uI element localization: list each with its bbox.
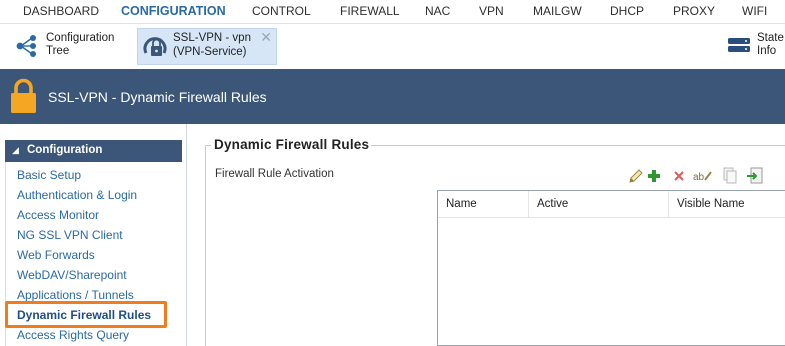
nav-dhcp[interactable]: DHCP [610, 4, 644, 18]
nav-vpn[interactable]: VPN [479, 4, 504, 18]
server-icon [727, 37, 751, 53]
group-border-left [205, 145, 206, 346]
lock-icon [10, 78, 37, 114]
configuration-tree-button[interactable]: Configuration Tree [14, 29, 124, 63]
nav-control[interactable]: CONTROL [252, 4, 311, 18]
sidebar-item-ng-ssl-vpn-client[interactable]: NG SSL VPN Client [17, 228, 123, 242]
state-label-line2: Info [757, 45, 777, 57]
sidebar-item-webdav-sharepoint[interactable]: WebDAV/Sharepoint [17, 268, 127, 282]
tree-label-line1: Configuration [46, 32, 115, 44]
firewall-rule-activation-label: Firewall Rule Activation [215, 168, 334, 180]
nav-proxy[interactable]: PROXY [673, 4, 715, 18]
nav-wifi[interactable]: WIFI [742, 4, 767, 18]
sidebar-item-access-monitor[interactable]: Access Monitor [17, 208, 99, 222]
page-header: SSL-VPN - Dynamic Firewall Rules [0, 69, 785, 124]
group-title: Dynamic Firewall Rules [214, 137, 370, 152]
state-info-button[interactable]: State Info [726, 29, 785, 63]
top-navigation: DASHBOARD CONFIGURATION CONTROL FIREWALL… [0, 0, 785, 24]
tab-ssl-vpn[interactable]: SSL-VPN - vpn (VPN-Service) ✕ [137, 28, 277, 65]
rename-abc-icon[interactable]: ab [692, 165, 714, 187]
copy-icon[interactable] [719, 165, 741, 187]
nav-configuration[interactable]: CONFIGURATION [121, 4, 226, 18]
main-content: Dynamic Firewall Rules Firewall Rule Act… [188, 124, 785, 346]
tree-icon [14, 33, 40, 59]
doc-tab-line2: (VPN-Service) [173, 46, 247, 58]
sidebar: ◢ Configuration Basic Setup Authenticati… [0, 124, 187, 346]
sidebar-section-label: Configuration [27, 144, 103, 156]
tab-toolbar: Configuration Tree SSL-VPN - vpn (VPN-Se… [0, 24, 785, 69]
column-header-visible-name[interactable]: Visible Name [669, 191, 785, 218]
delete-x-icon[interactable] [668, 165, 690, 187]
selection-highlight [5, 301, 167, 328]
nav-nac[interactable]: NAC [425, 4, 450, 18]
column-header-name[interactable]: Name [438, 191, 529, 218]
import-icon[interactable] [744, 165, 766, 187]
close-tab-icon[interactable]: ✕ [260, 29, 272, 46]
tree-label-line2: Tree [46, 45, 70, 57]
nav-firewall[interactable]: FIREWALL [340, 4, 400, 18]
nav-mailgw[interactable]: MAILGW [533, 4, 582, 18]
rules-toolbar: ab [625, 165, 785, 189]
state-label-line1: State [757, 32, 784, 44]
firewall-rules-table[interactable]: Name Active Visible Name [437, 190, 785, 346]
collapse-triangle-icon: ◢ [12, 145, 19, 155]
sidebar-item-applications-tunnels[interactable]: Applications / Tunnels [17, 288, 134, 302]
nav-dashboard[interactable]: DASHBOARD [23, 4, 99, 18]
vpn-lock-icon [142, 33, 170, 61]
group-border-top [371, 145, 785, 146]
sidebar-item-authentication-login[interactable]: Authentication & Login [17, 188, 137, 202]
sidebar-item-basic-setup[interactable]: Basic Setup [17, 168, 81, 182]
page-title: SSL-VPN - Dynamic Firewall Rules [48, 89, 267, 105]
add-plus-icon[interactable] [643, 165, 665, 187]
sidebar-item-access-rights-query[interactable]: Access Rights Query [17, 328, 129, 342]
doc-tab-line1: SSL-VPN - vpn [173, 32, 251, 44]
column-header-active[interactable]: Active [529, 191, 669, 218]
sidebar-section-configuration[interactable]: ◢ Configuration [5, 140, 182, 162]
table-header: Name Active Visible Name [438, 191, 785, 218]
svg-text:ab: ab [693, 172, 705, 183]
sidebar-item-web-forwards[interactable]: Web Forwards [17, 248, 95, 262]
